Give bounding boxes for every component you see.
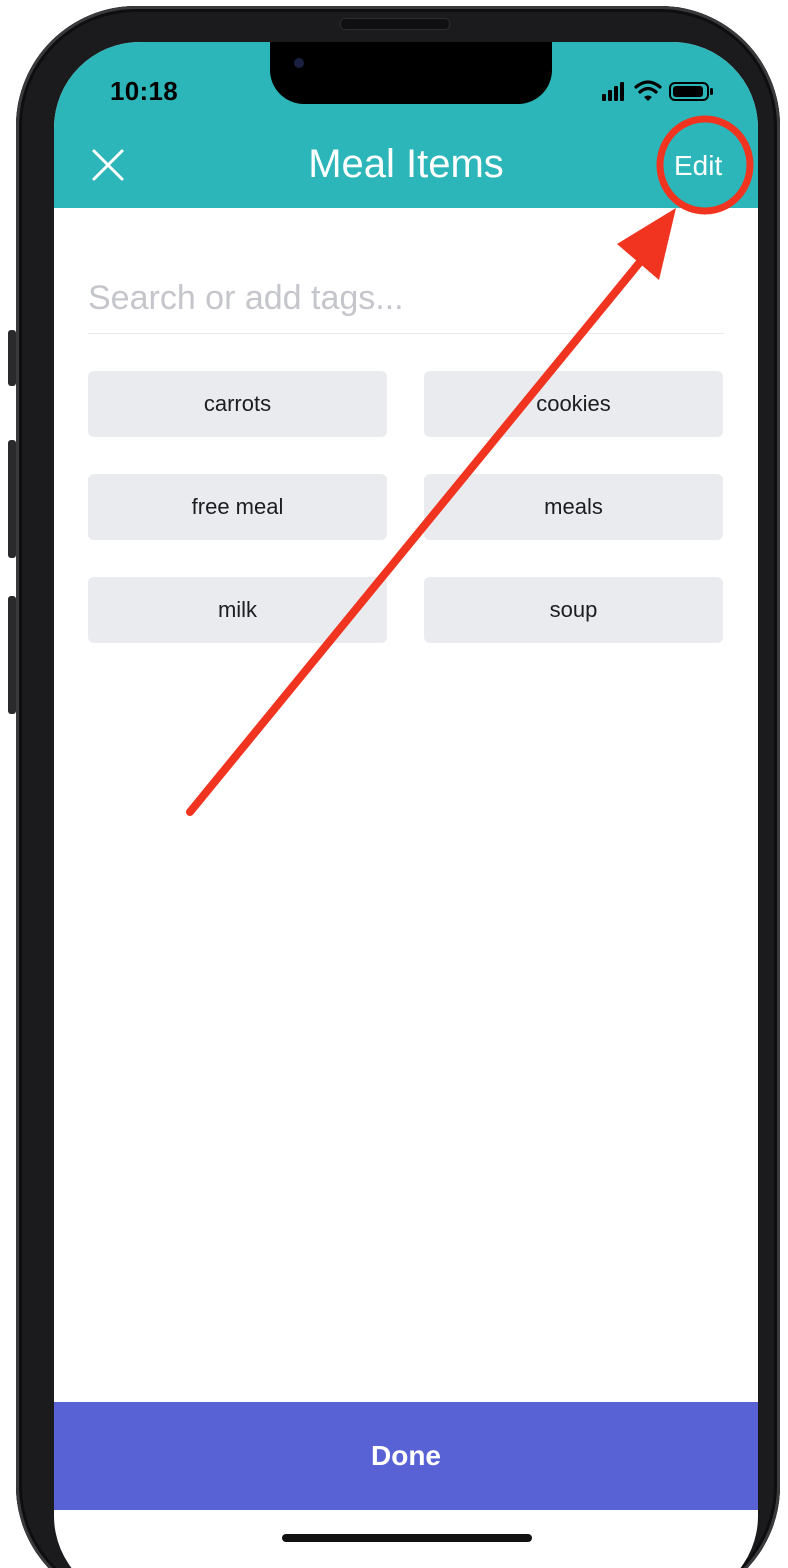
- camera-icon: [294, 58, 304, 68]
- page-title: Meal Items: [308, 142, 504, 186]
- tag-chip[interactable]: milk: [88, 577, 387, 643]
- earpiece-speaker: [340, 18, 450, 30]
- notch: [270, 42, 552, 104]
- tag-chip[interactable]: carrots: [88, 371, 387, 437]
- status-time: 10:18: [110, 76, 178, 106]
- tag-chip[interactable]: soup: [424, 577, 723, 643]
- search-input[interactable]: [88, 264, 724, 332]
- tag-grid: carrots cookies free meal meals milk sou…: [88, 371, 724, 643]
- screenshot-canvas: 10:18 Meal Items Edit Search or add tags…: [0, 0, 788, 1568]
- tag-chip[interactable]: free meal: [88, 474, 387, 540]
- volume-down-button: [8, 596, 16, 714]
- tag-chip[interactable]: meals: [424, 474, 723, 540]
- battery-icon: [669, 82, 713, 101]
- search-divider: [88, 333, 724, 334]
- mute-switch: [8, 330, 16, 386]
- edit-button[interactable]: Edit: [674, 150, 722, 182]
- status-icons: [602, 80, 713, 101]
- home-indicator: [282, 1534, 532, 1542]
- volume-up-button: [8, 440, 16, 558]
- tag-chip[interactable]: cookies: [424, 371, 723, 437]
- wifi-icon: [634, 80, 662, 101]
- phone-screen: 10:18 Meal Items Edit Search or add tags…: [54, 42, 758, 1568]
- signal-icon: [602, 82, 624, 101]
- done-button[interactable]: Done: [54, 1402, 758, 1510]
